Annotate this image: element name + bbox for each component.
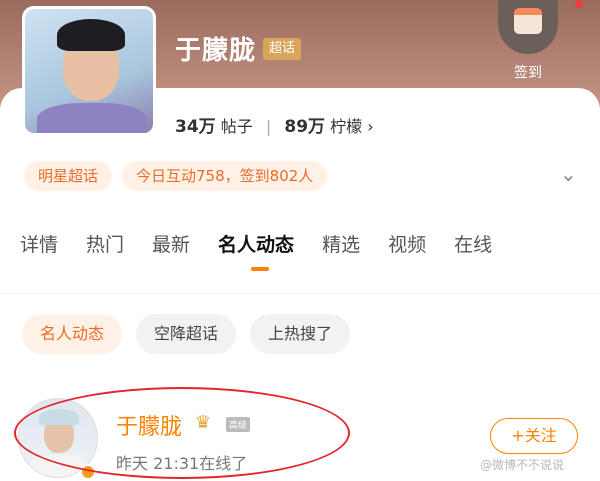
chip-airdrop[interactable]: 空降超话 bbox=[136, 314, 237, 354]
notification-dot bbox=[575, 0, 583, 8]
tab-video[interactable]: 视频 bbox=[388, 230, 426, 257]
highlight-annotation bbox=[14, 387, 350, 479]
tab-details[interactable]: 详情 bbox=[20, 230, 58, 257]
tab-hot[interactable]: 热门 bbox=[86, 230, 124, 257]
tag-row: 明星超话 今日互动758，签到802人 bbox=[24, 161, 328, 191]
status-badge: 超话 bbox=[263, 38, 302, 60]
watermark: @微博不不说说 bbox=[480, 458, 565, 472]
posts-count: 34万 bbox=[175, 117, 216, 137]
chevron-right-icon: › bbox=[367, 117, 374, 136]
tab-online[interactable]: 在线 bbox=[454, 230, 492, 257]
posts-label: 帖子 bbox=[220, 117, 253, 136]
page-title: 于朦胧 bbox=[175, 36, 257, 66]
chip-trending[interactable]: 上热搜了 bbox=[250, 314, 351, 354]
signin-button[interactable]: 签到 bbox=[497, 0, 559, 81]
chevron-down-icon[interactable]: ⌄ bbox=[560, 162, 577, 186]
follow-button[interactable]: +关注 bbox=[490, 418, 578, 454]
tab-celebrity-news[interactable]: 名人动态 bbox=[218, 230, 294, 271]
signin-label: 签到 bbox=[514, 65, 542, 81]
avatar[interactable] bbox=[22, 6, 156, 136]
tab-bar: 详情 热门 最新 名人动态 精选 视频 在线 bbox=[20, 230, 492, 271]
stats-row[interactable]: 34万 帖子 | 89万 柠檬 › bbox=[175, 112, 374, 137]
calendar-icon bbox=[514, 8, 542, 34]
fans-count: 89万 bbox=[284, 117, 326, 137]
tab-featured[interactable]: 精选 bbox=[322, 230, 360, 257]
tab-latest[interactable]: 最新 bbox=[152, 230, 190, 257]
feed-panel: 名人动态 空降超话 上热搜了 于朦胧 ♛ 高级 昨天 21:31在线了 +关注 … bbox=[0, 294, 600, 481]
fans-label: 柠檬 bbox=[330, 117, 363, 136]
tag-star-super[interactable]: 明星超话 bbox=[24, 161, 113, 191]
chip-celebrity-news[interactable]: 名人动态 bbox=[22, 314, 123, 354]
tag-activity[interactable]: 今日互动758，签到802人 bbox=[122, 161, 328, 191]
filter-chips: 名人动态 空降超话 上热搜了 bbox=[22, 314, 351, 354]
